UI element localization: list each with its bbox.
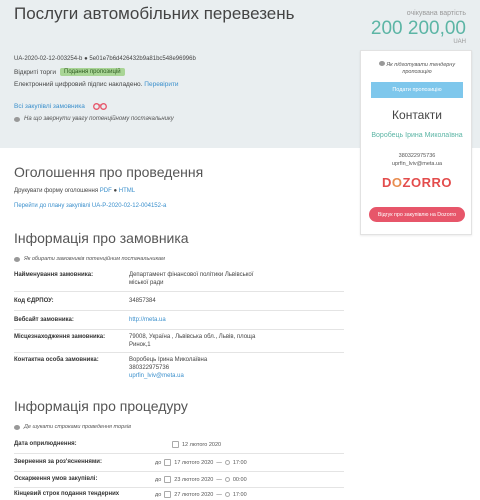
calendar-icon [164,459,172,466]
signature-line: Електронний цифровий підпис накладено. П… [14,81,179,88]
calendar-icon [172,441,179,448]
amount-label: очікувана вартість [406,10,466,17]
eye-icon [378,61,385,66]
procedure-hint[interactable]: Де шукати строками проведення торгів [14,424,131,430]
signature-text: Електронний цифровий підпис накладено. [14,81,143,88]
row-label: Вебсайт замовника: [14,317,74,323]
print-form-text: Друкувати форму оголошення [14,188,99,194]
dozorro-logo[interactable]: DOZORRO [361,175,473,190]
eye-icon [14,424,20,430]
dozorro-review-button[interactable]: Відгук про закупівлю на Dozorro [369,207,465,222]
customer-hint[interactable]: Як обирати замовників потенційним постач… [14,256,165,262]
website-link[interactable]: http://meta.ua [129,317,269,325]
procedure-title: Інформація про процедуру [14,398,188,414]
row-value: 34857384 [129,298,156,304]
procedure-label: Кінцевий строк подання тендерних [14,491,120,497]
tender-id-line: UA-2020-02-12-003254-b ● 5e01e7b6d426432… [14,56,196,62]
divider [14,471,344,472]
contact-person-phone: 380322975736 [129,364,170,371]
procedure-label: Дата оприлюднення: [14,441,77,447]
print-form-line: Друкувати форму оголошення PDF ● HTML [14,188,136,194]
submit-proposal-button[interactable]: Подати пропозицію [371,82,463,98]
eye-icon [14,116,20,122]
currency: UAH [453,39,466,45]
tender-hash: 5e01e7b6d426432b9a81bc548e96996b [89,56,196,62]
row-value: Департамент фінансової політики Львівськ… [129,272,254,286]
divider [14,291,344,292]
all-purchases-label: Всі закупівлі замовника [14,102,85,110]
row-value: Воробець Ірина Миколаївна 380322975736 u… [129,357,269,380]
pdf-link[interactable]: PDF [100,188,112,194]
supplier-hint-text: На що звернути увагу потенційному постач… [24,116,174,122]
html-link[interactable]: HTML [119,188,135,194]
divider [14,329,344,330]
row-label: Контактна особа замовника: [14,357,99,363]
all-purchases-link[interactable]: Всі закупівлі замовника [14,101,107,111]
procedure-value: до 17 лютого 2020 — 17:00 [155,459,247,466]
calendar-icon [164,491,172,498]
handcuffs-icon [92,103,107,110]
plan-link[interactable]: Перейти до плану закупівлі UA-P-2020-02-… [14,203,166,209]
procedure-hint-text: Де шукати строками проведення торгів [24,424,131,430]
prep-hint[interactable]: Як підготувати тендерну пропозицію [371,61,463,76]
procedure-type: Відкриті торги [14,68,57,76]
contact-phone: 380322975736 [398,153,436,159]
contacts-title: Контакти [392,108,442,122]
verify-signature-link[interactable]: Перевірити [144,81,178,88]
procedure-value: до 23 лютого 2020 — 00:00 [155,476,247,483]
customer-title: Інформація про замовника [14,230,189,246]
contact-email: uprfin_lviv@meta.ua [391,161,443,167]
clock-icon [224,460,230,465]
customer-hint-text: Як обирати замовників потенційним постач… [24,256,165,262]
status-badge: Подання пропозицій [60,68,125,76]
divider [14,487,344,488]
row-label: Найменування замовника: [14,272,94,278]
procedure-value: до 27 лютого 2020 — 17:00 [155,491,247,498]
contacts-card: Як підготувати тендерну пропозицію Подат… [360,50,472,235]
page-title: Послуги автомобільних перевезень [14,4,295,23]
clock-icon [224,492,230,497]
row-label: Код ЄДРПОУ: [14,298,54,304]
contact-person: Воробець Ірина Миколаївна [129,357,208,363]
expected-amount: 200 200,00 [370,18,466,39]
procedure-label: Звернення за роз'ясненнями: [14,459,102,465]
announcement-title: Оголошення про проведення [14,164,204,180]
procedure-label: Оскарження умов закупівлі: [14,476,98,482]
eye-icon [14,256,20,262]
row-label: Місцезнаходження замовника: [14,334,106,340]
supplier-hint[interactable]: На що звернути увагу потенційному постач… [14,116,174,122]
divider [14,352,344,353]
row-value: 79008, Україна , Львівська обл., Львів, … [129,334,256,348]
contact-name: Воробець Ірина Миколаївна [371,132,463,139]
status-line: Відкриті торги Подання пропозицій [14,68,125,76]
tender-id: UA-2020-02-12-003254-b [14,56,83,62]
divider [14,310,344,311]
divider [14,453,344,454]
contact-person-email[interactable]: uprfin_lviv@meta.ua [129,373,269,381]
calendar-icon [164,476,172,483]
procedure-value: 12 лютого 2020 [172,441,221,448]
prep-hint-text: Як підготувати тендерну пропозицію [386,62,456,76]
clock-icon [224,477,230,482]
